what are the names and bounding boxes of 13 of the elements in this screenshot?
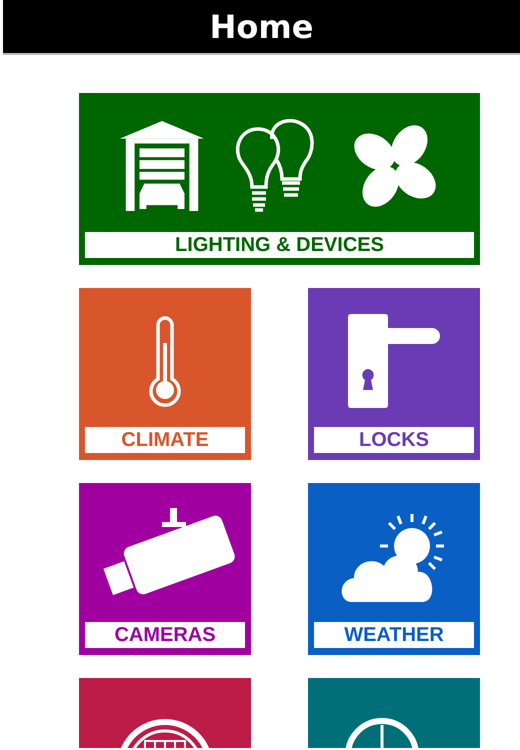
tile-label: WEATHER	[314, 622, 474, 648]
tile-label: LOCKS	[314, 427, 474, 453]
menu-tile[interactable]: LOCKS	[308, 288, 480, 460]
tile-label: CAMERAS	[85, 622, 245, 648]
menu-tile[interactable]: WEATHER	[308, 483, 480, 655]
menu-tile[interactable]: CAMERAS	[79, 483, 251, 655]
tile-label: CLIMATE	[85, 427, 245, 453]
menu-tile[interactable]: LIGHTING & DEVICES	[79, 93, 480, 265]
door-handle-icon	[348, 314, 440, 408]
thermometer-icon	[147, 314, 183, 406]
menu-tile[interactable]: CLIMATE	[79, 288, 251, 460]
tile-label: LIGHTING & DEVICES	[85, 232, 474, 258]
page-title: Home	[210, 10, 314, 42]
